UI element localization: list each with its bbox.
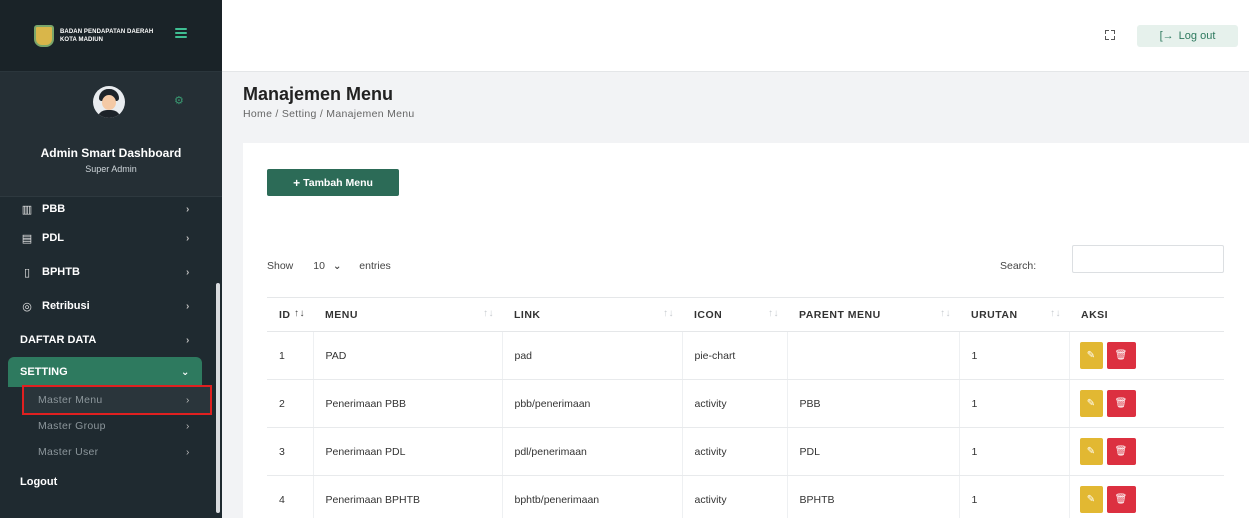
search-label: Search:	[1000, 260, 1037, 272]
trash-icon: 🗑	[1114, 350, 1128, 361]
delete-button[interactable]: 🗑	[1106, 486, 1136, 513]
chevron-right-icon: ›	[186, 232, 190, 244]
hamburger-menu-icon[interactable]	[175, 28, 187, 38]
chevron-right-icon: ›	[186, 394, 190, 406]
edit-button[interactable]: ✎	[1079, 342, 1103, 369]
sidebar: BADAN PENDAPATAN DAERAH KOTA MADIUN ⚙ Ad…	[0, 0, 222, 518]
delete-button[interactable]: 🗑	[1106, 390, 1136, 417]
sidebar-item-setting[interactable]: SETTING ⌄	[8, 357, 202, 387]
edit-button[interactable]: ✎	[1079, 390, 1103, 417]
chevron-right-icon: ›	[186, 266, 190, 278]
sidebar-item-bphtb[interactable]: ▯ BPHTB ›	[0, 255, 216, 289]
column-header-id[interactable]: ID ↑↓	[267, 297, 313, 332]
edit-icon: ✎	[1086, 494, 1096, 505]
chevron-right-icon: ›	[186, 420, 190, 432]
table-row: 1 PAD pad pie-chart 1 ✎ 🗑	[267, 331, 1224, 380]
profile-panel: ⚙ Admin Smart Dashboard Super Admin	[0, 72, 222, 197]
brand-line1: BADAN PENDAPATAN DAERAH	[60, 28, 154, 35]
profile-role: Super Admin	[85, 164, 137, 174]
sidebar-scrollbar[interactable]	[216, 283, 220, 513]
trash-icon: 🗑	[1114, 398, 1128, 409]
eye-icon: ◎	[22, 300, 32, 313]
sidebar-subitem-master-group[interactable]: Master Group ›	[0, 413, 216, 439]
menu-table: ID ↑↓ MENU ↑↓ LINK ↑↓ ICON ↑↓ PARENT MENU ↑↓ …	[267, 297, 1224, 518]
edit-button[interactable]: ✎	[1079, 486, 1103, 513]
column-header-parent-menu[interactable]: PARENT MENU ↑↓	[787, 297, 959, 332]
sidebar-item-pdl[interactable]: ▤ PDL ›	[0, 221, 216, 255]
topbar: [→ Log out	[222, 0, 1249, 72]
brand-line2: KOTA MADIUN	[60, 36, 104, 43]
edit-icon: ✎	[1086, 398, 1096, 409]
add-menu-button[interactable]: + Tambah Menu	[267, 169, 399, 196]
logout-button[interactable]: [→ Log out	[1137, 25, 1238, 47]
chevron-down-icon: ⌄	[332, 260, 342, 272]
column-header-menu[interactable]: MENU ↑↓	[313, 297, 502, 332]
search-input[interactable]	[1072, 245, 1224, 273]
edit-button[interactable]: ✎	[1079, 438, 1103, 465]
breadcrumb: Home / Setting / Manajemen Menu	[243, 108, 415, 120]
city-logo-icon	[34, 24, 54, 47]
trash-icon: 🗑	[1114, 446, 1128, 457]
chevron-down-icon: ⌄	[181, 366, 190, 378]
sidebar-item-daftar-data[interactable]: DAFTAR DATA ›	[0, 323, 216, 357]
column-header-urutan[interactable]: URUTAN ↑↓	[959, 297, 1069, 332]
page-size-select[interactable]: 10 ⌄	[301, 254, 351, 278]
sidebar-nav: ▥ PBB › ▤ PDL › ▯ BPHTB › ◎ Retribusi › …	[0, 197, 216, 499]
menu-card: + Tambah Menu Show 10 ⌄ entries Search: …	[243, 143, 1249, 518]
chevron-right-icon: ›	[186, 203, 190, 215]
table-row: 2 Penerimaan PBB pbb/penerimaan activity…	[267, 379, 1224, 428]
delete-button[interactable]: 🗑	[1106, 438, 1136, 465]
column-header-link[interactable]: LINK ↑↓	[502, 297, 682, 332]
chevron-right-icon: ›	[186, 334, 190, 346]
edit-icon: ✎	[1086, 446, 1096, 457]
chevron-right-icon: ›	[186, 300, 190, 312]
table-header-row: ID ↑↓ MENU ↑↓ LINK ↑↓ ICON ↑↓ PARENT MENU ↑↓ …	[267, 297, 1224, 332]
sidebar-item-pbb[interactable]: ▥ PBB ›	[0, 197, 216, 221]
bar-chart-icon: ▥	[21, 203, 33, 216]
store-icon: ▤	[21, 232, 33, 245]
gear-icon[interactable]: ⚙	[174, 94, 184, 107]
profile-name: Admin Smart Dashboard	[40, 146, 182, 160]
sidebar-subitem-master-menu[interactable]: Master Menu ›	[22, 385, 212, 415]
sidebar-subitem-master-user[interactable]: Master User ›	[0, 439, 216, 465]
plus-icon: +	[293, 175, 301, 190]
brand: BADAN PENDAPATAN DAERAH KOTA MADIUN	[0, 0, 222, 72]
fullscreen-icon[interactable]	[1105, 30, 1115, 40]
edit-icon: ✎	[1086, 350, 1096, 361]
sidebar-item-logout[interactable]: Logout	[0, 465, 216, 499]
page-title: Manajemen Menu	[243, 84, 394, 104]
logout-icon: [→	[1159, 30, 1174, 42]
table-row: 4 Penerimaan BPHTB bphtb/penerimaan acti…	[267, 475, 1224, 518]
column-header-icon[interactable]: ICON ↑↓	[682, 297, 787, 332]
file-icon: ▯	[23, 266, 31, 279]
table-row: 3 Penerimaan PDL pdl/penerimaan activity…	[267, 427, 1224, 476]
page-size-control: Show 10 ⌄ entries	[267, 254, 391, 278]
sidebar-item-retribusi[interactable]: ◎ Retribusi ›	[0, 289, 216, 323]
trash-icon: 🗑	[1114, 494, 1128, 505]
column-header-aksi: AKSI	[1069, 297, 1224, 332]
chevron-right-icon: ›	[186, 446, 190, 458]
avatar	[93, 86, 125, 118]
delete-button[interactable]: 🗑	[1106, 342, 1136, 369]
